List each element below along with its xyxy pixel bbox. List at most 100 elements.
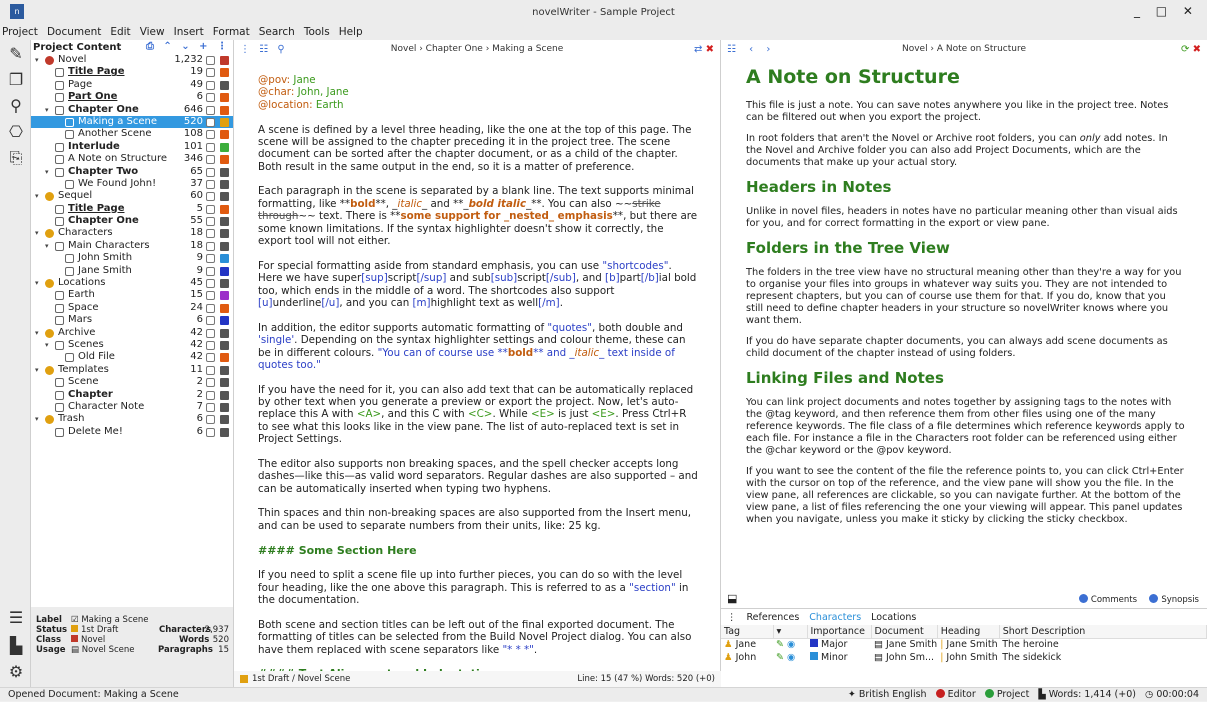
tree-item[interactable]: Scene 2 (31, 376, 233, 388)
tab-locations[interactable]: Locations (871, 612, 916, 623)
build-icon[interactable]: ⎘ (6, 148, 26, 168)
tree-item[interactable]: Jane Smith 9 (31, 265, 233, 277)
menu-insert[interactable]: Insert (174, 26, 204, 38)
tree-item[interactable]: Old File 42 (31, 351, 233, 363)
tree-item[interactable]: Part One 6 (31, 91, 233, 103)
heading-cell: | John Smith (940, 652, 998, 663)
edit-view-icons[interactable]: ✎ ◉ (773, 651, 807, 664)
menu-search[interactable]: Search (259, 26, 295, 38)
status-check-icon (206, 303, 215, 313)
tree-item[interactable]: Earth 15 (31, 289, 233, 301)
tree-item[interactable]: Page 49 (31, 79, 233, 91)
tree-item[interactable]: ▾ Scenes 42 (31, 339, 233, 351)
col-heading[interactable]: Heading (937, 625, 1000, 639)
tree-toolbar-icons[interactable]: ⎙ ⌃ ⌄ + ⋮ (146, 41, 230, 52)
tree-item[interactable]: Chapter One 55 (31, 215, 233, 227)
tree-item[interactable]: ▾ Locations 45 (31, 277, 233, 289)
expand-arrow-icon[interactable]: ▾ (45, 240, 49, 252)
editor-text[interactable]: @pov: Jane @char: John, Jane @location: Ea… (258, 74, 698, 671)
menu-view[interactable]: View (140, 26, 165, 38)
document-editor[interactable]: ⋮ ☷ ⚲ Novel › Chapter One › Making a Sce… (234, 40, 721, 687)
search-icon[interactable]: ⚲ (6, 96, 26, 116)
menu-format[interactable]: Format (213, 26, 250, 38)
novel-view-icon[interactable]: ❐ (6, 70, 26, 90)
tree-item[interactable]: Mars 6 (31, 314, 233, 326)
tree-item[interactable]: Character Note 7 (31, 401, 233, 413)
tree-item[interactable]: Title Page 19 (31, 66, 233, 78)
sticky-icon[interactable]: ⬓ (727, 592, 737, 605)
edit-view-icons[interactable]: ✎ ◉ (773, 638, 807, 651)
expand-arrow-icon[interactable]: ▾ (45, 166, 49, 178)
outline-icon[interactable]: ⎔ (6, 122, 26, 142)
tree-item[interactable]: ▾ Novel 1,232 (31, 54, 233, 66)
document-viewer[interactable]: ☷ ‹ › Novel › A Note on Structure ⟳ ✖ A … (721, 40, 1207, 590)
status-check-icon (206, 266, 215, 276)
status-color-icon (220, 291, 229, 301)
status-check-icon (206, 291, 215, 301)
tree-item[interactable]: Title Page 5 (31, 203, 233, 215)
status-check-icon (206, 340, 215, 350)
tree-item[interactable]: ▾ Sequel 60 (31, 190, 233, 202)
menu-tools[interactable]: Tools (304, 26, 330, 38)
word-count: 37 (190, 177, 203, 189)
expand-arrow-icon[interactable]: ▾ (45, 339, 49, 351)
window-controls[interactable]: _ □ ✕ (1134, 4, 1199, 18)
tree-item[interactable]: Making a Scene 520 (31, 115, 233, 129)
tree-item[interactable]: ▾ Chapter Two 65 (31, 166, 233, 178)
col-document[interactable]: Document (871, 625, 938, 639)
tree-item[interactable]: ▾ Characters 18 (31, 227, 233, 239)
settings-gear-icon[interactable]: ⚙ (6, 662, 26, 682)
expand-arrow-icon[interactable]: ▾ (35, 227, 39, 239)
tree-item[interactable]: Another Scene 108 (31, 128, 233, 140)
tree-item[interactable]: Delete Me! 6 (31, 426, 233, 438)
tree-item[interactable]: Interlude 101 (31, 141, 233, 153)
tab-characters[interactable]: Characters (809, 612, 861, 623)
expand-arrow-icon[interactable]: ▾ (35, 364, 39, 376)
viewer-paragraph: In root folders that aren't the Novel or… (746, 133, 1168, 168)
col-sort[interactable]: ▾ (773, 625, 808, 639)
table-row[interactable]: ♟ John ✎ ◉ Minor ▤ John Sm... | John Smith Th… (721, 651, 1207, 664)
viewer-nav-icons[interactable]: ☷ ‹ › (727, 44, 775, 55)
tree-item[interactable]: ▾ Templates 11 (31, 364, 233, 376)
tree-item[interactable]: ▾ Trash 6 (31, 413, 233, 425)
menu-list-icon[interactable]: ☰ (6, 608, 26, 628)
menu-document[interactable]: Document (47, 26, 101, 38)
stats-icon[interactable]: ▙ (6, 636, 26, 656)
tree-item[interactable]: ▾ Main Characters 18 (31, 240, 233, 252)
editor-tools-icons[interactable]: ⋮ ☷ ⚲ (240, 44, 288, 55)
expand-arrow-icon[interactable]: ▾ (35, 277, 39, 289)
tree-item[interactable]: Space 24 (31, 302, 233, 314)
viewer-close-icons[interactable]: ⟳ ✖ (1181, 44, 1201, 55)
tree-item[interactable]: Chapter 2 (31, 389, 233, 401)
col-importance[interactable]: Importance (807, 625, 872, 639)
tree-item[interactable]: John Smith 9 (31, 252, 233, 264)
status-check-icon (206, 192, 215, 202)
document-cell[interactable]: ▤ John Sm... (871, 651, 937, 664)
tree-item[interactable]: ▾ Archive 42 (31, 327, 233, 339)
table-row[interactable]: ♟ Jane ✎ ◉ Major ▤ Jane Smith | Jane Smith Th… (721, 638, 1207, 651)
col-description[interactable]: Short Description (999, 625, 1207, 639)
col-tag[interactable]: Tag (721, 625, 774, 639)
detail-status-value: 1st Draft (71, 625, 118, 635)
project-tree-icon[interactable]: ✎ (6, 44, 26, 64)
expand-arrow-icon[interactable]: ▾ (45, 104, 49, 116)
detail-usage-value: ▤ Novel Scene (71, 645, 135, 655)
tab-references[interactable]: References (747, 612, 800, 623)
tree-item[interactable]: A Note on Structure 346 (31, 153, 233, 165)
tree-item-label: Trash (58, 413, 85, 425)
expand-arrow-icon[interactable]: ▾ (35, 327, 39, 339)
expand-arrow-icon[interactable]: ▾ (35, 413, 39, 425)
document-icon (65, 179, 74, 189)
comments-toggle[interactable]: Comments (1078, 594, 1137, 605)
menu-edit[interactable]: Edit (110, 26, 130, 38)
menu-help[interactable]: Help (339, 26, 363, 38)
document-cell[interactable]: ▤ Jane Smith (871, 638, 937, 651)
tree-item[interactable]: ▾ Chapter One 646 (31, 104, 233, 116)
panel-menu-icon[interactable]: ⋮ (727, 612, 737, 623)
editor-close-icons[interactable]: ⇄ ✖ (694, 44, 714, 55)
menu-project[interactable]: Project (2, 26, 38, 38)
tree-item[interactable]: We Found John! 37 (31, 178, 233, 190)
synopsis-toggle[interactable]: Synopsis (1149, 594, 1199, 605)
expand-arrow-icon[interactable]: ▾ (35, 54, 39, 66)
expand-arrow-icon[interactable]: ▾ (35, 190, 39, 202)
